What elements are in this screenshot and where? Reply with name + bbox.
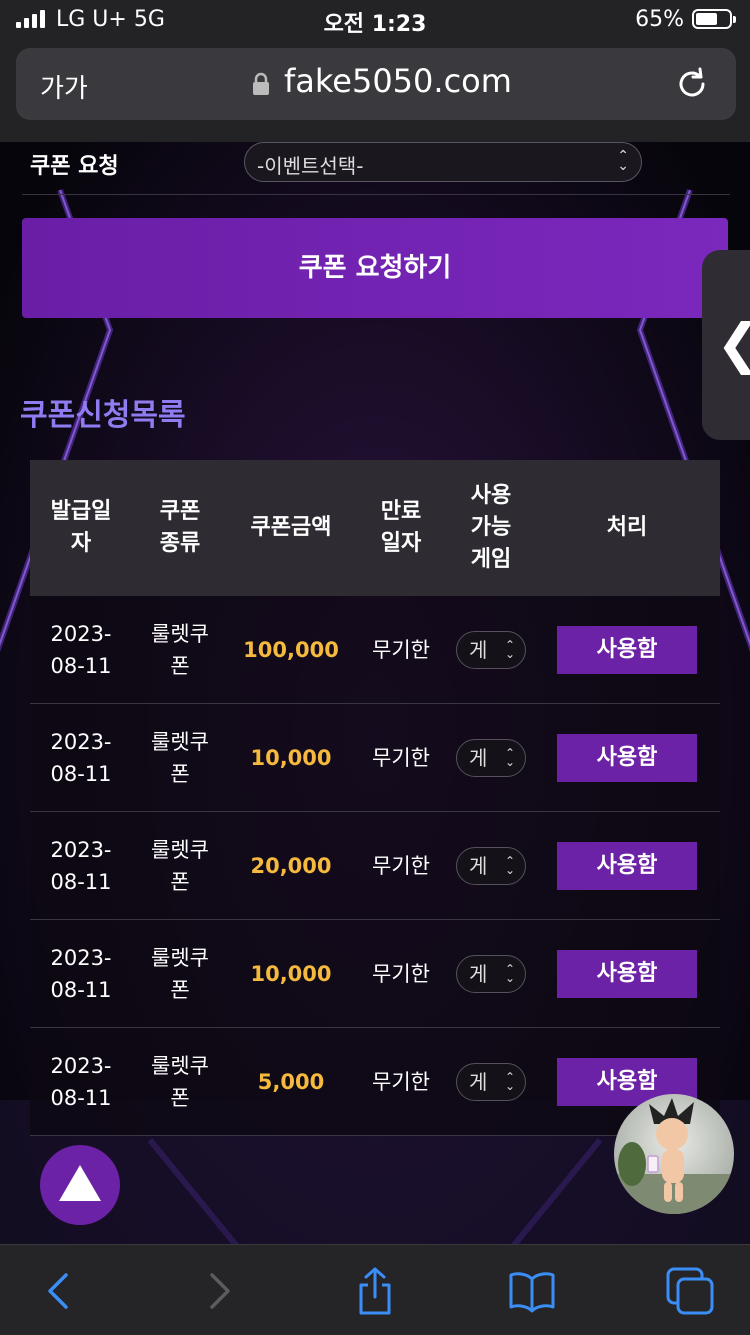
expiry-date: 무기한 — [354, 919, 448, 1028]
game-cell: 게 ⌃ ⌄ — [448, 596, 534, 704]
issue-date: 2023-08-11 — [30, 596, 132, 704]
coupon-type: 룰렛쿠폰 — [132, 703, 228, 812]
game-cell: 게 ⌃ ⌄ — [448, 703, 534, 812]
coupon-request-button[interactable]: 쿠폰 요청하기 — [22, 218, 728, 318]
coupon-type: 룰렛쿠폰 — [132, 596, 228, 704]
table-row: 2023-08-11 룰렛쿠폰 5,000 무기한 게 ⌃ ⌄ 사용함 — [30, 1027, 720, 1136]
game-select-value: 게 — [469, 853, 488, 878]
coupon-request-label: 쿠폰 요청 — [30, 154, 119, 179]
game-select[interactable]: 게 ⌃ ⌄ — [456, 954, 526, 993]
game-select[interactable]: 게 ⌃ ⌄ — [456, 630, 526, 669]
expiry-date: 무기한 — [354, 596, 448, 704]
header-type: 쿠폰종류 — [132, 460, 228, 596]
coupon-amount: 10,000 — [228, 919, 354, 1028]
coupon-amount: 5,000 — [228, 1027, 354, 1136]
table-header-row: 발급일자 쿠폰종류 쿠폰금액 만료일자 사용가능게임 처리 — [30, 460, 720, 596]
action-cell: 사용함 — [534, 811, 720, 920]
back-icon[interactable] — [34, 1267, 82, 1315]
game-cell: 게 ⌃ ⌄ — [448, 811, 534, 920]
coupon-type: 룰렛쿠폰 — [132, 811, 228, 920]
chevron-left-icon: ❮ — [716, 312, 750, 375]
text-size-button[interactable]: 가가 — [40, 68, 88, 105]
side-drawer-tab[interactable]: ❮ — [702, 250, 750, 440]
action-cell: 사용함 — [534, 919, 720, 1028]
game-select[interactable]: 게 ⌃ ⌄ — [456, 1062, 526, 1101]
expiry-date: 무기한 — [354, 811, 448, 920]
browser-toolbar — [0, 1244, 750, 1335]
battery-percent: 65% — [635, 7, 684, 32]
coupon-request-row: 쿠폰 요청 -이벤트선택- ⌃ ⌄ — [22, 142, 730, 195]
forward-icon[interactable] — [196, 1267, 244, 1315]
game-select[interactable]: 게 ⌃ ⌄ — [456, 846, 526, 885]
coupon-table: 발급일자 쿠폰종류 쿠폰금액 만료일자 사용가능게임 처리 2023-08-11… — [30, 460, 720, 1136]
game-select-value: 게 — [469, 961, 488, 986]
header-action: 처리 — [534, 460, 720, 596]
use-button[interactable]: 사용함 — [557, 625, 697, 674]
battery-icon — [692, 9, 736, 29]
select-chevron-icon: ⌃ ⌄ — [504, 853, 515, 877]
table-row: 2023-08-11 룰렛쿠폰 10,000 무기한 게 ⌃ ⌄ 사용함 — [30, 703, 720, 812]
address-bar[interactable]: 가가 fake5050.com — [16, 48, 736, 120]
header-expiry: 만료일자 — [354, 460, 448, 596]
expiry-date: 무기한 — [354, 703, 448, 812]
select-chevron-icon: ⌃ ⌄ — [504, 961, 515, 985]
issue-date: 2023-08-11 — [30, 811, 132, 920]
game-select-value: 게 — [469, 637, 488, 662]
use-button[interactable]: 사용함 — [557, 733, 697, 782]
select-chevron-icon: ⌃ ⌄ — [504, 1069, 515, 1093]
game-select-value: 게 — [469, 745, 488, 770]
use-button[interactable]: 사용함 — [557, 841, 697, 890]
header-date: 발급일자 — [30, 460, 132, 596]
scroll-top-button[interactable] — [40, 1145, 120, 1225]
table-row: 2023-08-11 룰렛쿠폰 100,000 무기한 게 ⌃ ⌄ 사용함 — [30, 596, 720, 704]
table-row: 2023-08-11 룰렛쿠폰 20,000 무기한 게 ⌃ ⌄ 사용함 — [30, 811, 720, 920]
issue-date: 2023-08-11 — [30, 703, 132, 812]
bookmarks-icon[interactable] — [508, 1267, 556, 1315]
share-icon[interactable] — [351, 1267, 399, 1315]
tabs-icon[interactable] — [666, 1267, 714, 1315]
event-select[interactable]: -이벤트선택- ⌃ ⌄ — [244, 142, 642, 182]
event-select-value: -이벤트선택- — [257, 154, 364, 178]
issue-date: 2023-08-11 — [30, 1027, 132, 1136]
use-button[interactable]: 사용함 — [557, 949, 697, 998]
game-cell: 게 ⌃ ⌄ — [448, 919, 534, 1028]
game-select[interactable]: 게 ⌃ ⌄ — [456, 738, 526, 777]
coupon-list-title: 쿠폰신청목록 — [20, 398, 186, 433]
status-bar: LG U+ 5G 오전 1:23 65% — [0, 0, 750, 40]
expiry-date: 무기한 — [354, 1027, 448, 1136]
coupon-type: 룰렛쿠폰 — [132, 1027, 228, 1136]
action-cell: 사용함 — [534, 596, 720, 704]
url-text: fake5050.com — [284, 62, 512, 100]
game-select-value: 게 — [469, 1069, 488, 1094]
coupon-amount: 20,000 — [228, 811, 354, 920]
avatar[interactable] — [614, 1094, 734, 1214]
coupon-amount: 100,000 — [228, 596, 354, 704]
game-cell: 게 ⌃ ⌄ — [448, 1027, 534, 1136]
select-chevron-icon: ⌃ ⌄ — [504, 745, 515, 769]
lock-icon — [253, 72, 269, 95]
action-cell: 사용함 — [534, 703, 720, 812]
browser-address-area: 가가 fake5050.com — [0, 40, 750, 142]
issue-date: 2023-08-11 — [30, 919, 132, 1028]
coupon-amount: 10,000 — [228, 703, 354, 812]
table-row: 2023-08-11 룰렛쿠폰 10,000 무기한 게 ⌃ ⌄ 사용함 — [30, 919, 720, 1028]
header-amount: 쿠폰금액 — [228, 460, 354, 596]
select-chevron-icon: ⌃ ⌄ — [504, 637, 515, 661]
header-games: 사용가능게임 — [448, 460, 534, 596]
coupon-type: 룰렛쿠폰 — [132, 919, 228, 1028]
arrow-up-icon — [59, 1165, 101, 1201]
reload-icon[interactable] — [674, 66, 710, 102]
select-chevron-icon: ⌃ ⌄ — [617, 148, 629, 174]
